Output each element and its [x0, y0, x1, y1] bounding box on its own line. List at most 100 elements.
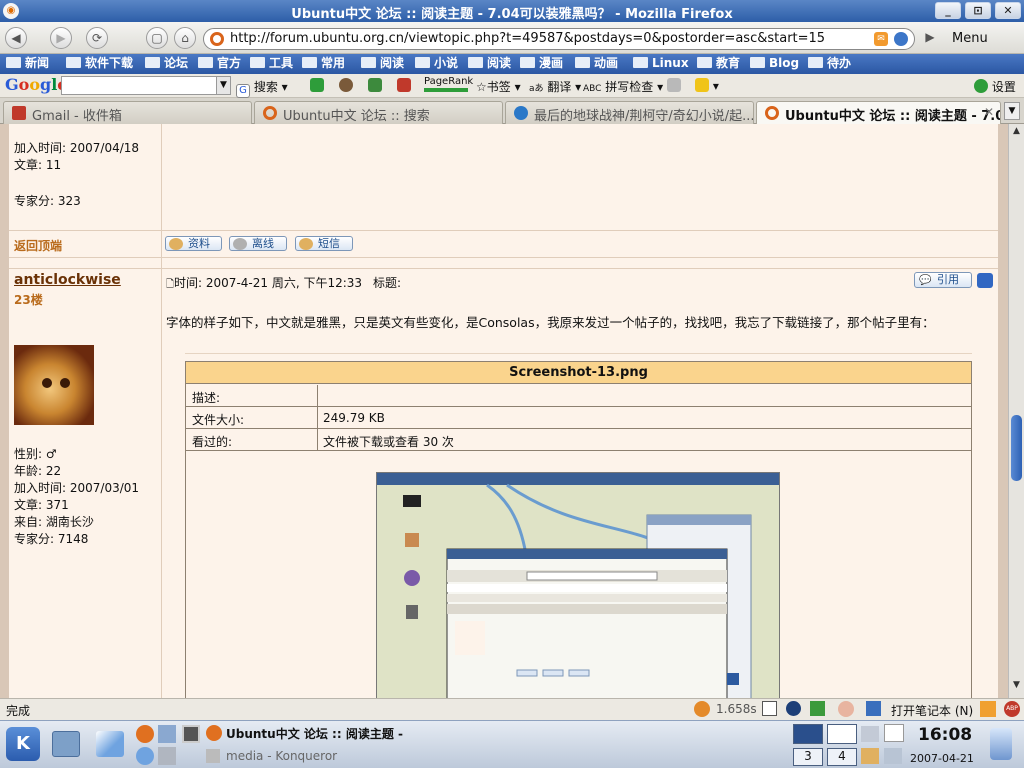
rss-icon[interactable]: ✉: [874, 32, 888, 46]
pager-desktop-1[interactable]: [793, 724, 823, 744]
trash-icon[interactable]: [990, 728, 1012, 760]
open-notebook-label[interactable]: 打开笔记本 (N): [891, 702, 973, 719]
tab-forum-topic[interactable]: Ubuntu中文 论坛 :: 阅读主题 - 7.04...✕: [756, 101, 1001, 124]
scroll-up-icon[interactable]: ▲: [1009, 126, 1024, 142]
lightning-icon[interactable]: [980, 701, 996, 717]
post-count: 文章: 371: [14, 498, 69, 512]
firefox-icon[interactable]: [136, 725, 154, 743]
tab-forum-search[interactable]: Ubuntu中文 论坛 :: 搜索: [254, 101, 503, 124]
tab-close-icon[interactable]: ✕: [984, 105, 994, 119]
folder-icon: [633, 57, 648, 68]
scroll-thumb[interactable]: [1011, 415, 1022, 481]
quote-button[interactable]: 💬 引用: [914, 272, 972, 288]
bookmark-folder[interactable]: 新闻: [6, 55, 49, 73]
bookmark-folder[interactable]: 阅读: [468, 55, 511, 73]
magnifier-icon[interactable]: [339, 78, 353, 93]
url-bar[interactable]: http://forum.ubuntu.org.cn/viewtopic.php…: [203, 28, 915, 50]
editor-icon[interactable]: [96, 731, 124, 757]
folder-icon: [808, 57, 823, 68]
network-icon[interactable]: [136, 747, 154, 765]
bookmark-folder[interactable]: 官方: [198, 55, 241, 73]
page-scrollbar[interactable]: ▲ ▼: [1008, 124, 1024, 698]
minimize-button[interactable]: _: [935, 2, 961, 19]
bookmark-folder[interactable]: Linux: [633, 55, 689, 73]
adblock-icon[interactable]: ABP: [1004, 701, 1020, 717]
green-addon-icon[interactable]: [810, 701, 825, 716]
terminal-icon[interactable]: [182, 725, 200, 743]
go-arrow-icon[interactable]: ▶: [919, 27, 941, 49]
tab-novel[interactable]: 最后的地球战神/荆柯守/奇幻小说/起...: [505, 101, 754, 124]
bookmarks-star-button[interactable]: ☆书签 ▾: [476, 78, 521, 95]
bookmark-folder[interactable]: Blog: [750, 55, 799, 73]
taskbar-item-firefox[interactable]: Ubuntu中文 论坛 :: 阅读主题 -: [226, 725, 403, 742]
settings-button[interactable]: 设置: [974, 78, 1016, 95]
profile-button[interactable]: 资料: [165, 236, 222, 251]
firebug-icon[interactable]: [694, 701, 710, 717]
gmail-icon[interactable]: [397, 78, 411, 93]
bookmark-folder[interactable]: 教育: [697, 55, 740, 73]
bookmark-folder[interactable]: 动画: [575, 55, 618, 73]
news-icon[interactable]: [368, 78, 382, 93]
maximize-button[interactable]: ⊡: [965, 2, 991, 19]
notebook-icon[interactable]: [866, 701, 881, 716]
back-button[interactable]: ◀: [5, 27, 27, 49]
gmail-favicon: [12, 106, 26, 120]
pager-desktop-2[interactable]: [827, 724, 857, 744]
bookmark-folder[interactable]: 漫画: [520, 55, 563, 73]
calendar-icon[interactable]: [884, 724, 904, 742]
edit-icon[interactable]: [977, 273, 993, 288]
folder-icon: [145, 57, 160, 68]
dropdown-icon[interactable]: ▼: [216, 77, 230, 94]
printer-icon[interactable]: [861, 726, 879, 742]
s-icon[interactable]: [786, 701, 801, 716]
close-button[interactable]: ✕: [995, 2, 1021, 19]
up-arrow-icon[interactable]: ▾: [695, 78, 719, 93]
folder-icon: [66, 57, 81, 68]
reload-button[interactable]: ⟳: [86, 27, 108, 49]
tab-gmail[interactable]: Gmail - 收件箱: [3, 101, 252, 124]
desktop-icon[interactable]: [52, 731, 80, 757]
tab-list-button[interactable]: ▼: [1004, 102, 1020, 120]
stop-button[interactable]: ▢: [146, 27, 168, 49]
back-to-top-link[interactable]: 返回顶端: [14, 237, 62, 254]
kde-menu-icon[interactable]: K: [6, 727, 40, 761]
bookmark-folder[interactable]: 小说: [415, 55, 458, 73]
offline-button[interactable]: 离线: [229, 236, 287, 251]
attachment-filename[interactable]: Screenshot-13.png: [186, 362, 971, 384]
bookmark-folder[interactable]: 待办: [808, 55, 851, 73]
speaker-icon[interactable]: [884, 748, 902, 764]
kmail-icon[interactable]: [861, 748, 879, 764]
site-favicon: [210, 32, 224, 46]
scroll-down-icon[interactable]: ▼: [1009, 680, 1024, 696]
clover-icon[interactable]: [310, 78, 324, 93]
pager-desktop-3[interactable]: 3: [793, 748, 823, 766]
bookmark-folder[interactable]: 工具: [250, 55, 293, 73]
go-icon[interactable]: [894, 32, 908, 46]
home-button[interactable]: ⌂: [174, 27, 196, 49]
pm-button[interactable]: 短信: [295, 236, 353, 251]
tools-icon[interactable]: [158, 747, 176, 765]
google-search-input[interactable]: ▼: [61, 76, 231, 95]
send-icon[interactable]: [667, 78, 681, 93]
taskbar-item-konqueror[interactable]: media - Konqueror: [226, 749, 337, 763]
folder-icon: [575, 57, 590, 68]
menu-button[interactable]: Menu: [952, 31, 988, 46]
edit-note-icon[interactable]: [762, 701, 777, 716]
load-time: 1.658s: [716, 702, 757, 716]
bookmark-folder[interactable]: 软件下载: [66, 55, 133, 73]
attachment-table: Screenshot-13.png 描述: 文件大小: 249.79 KB 看过的…: [185, 361, 972, 698]
google-search-button[interactable]: G 搜索 ▾: [236, 78, 288, 98]
bookmark-folder[interactable]: 论坛: [145, 55, 188, 73]
smiley-icon[interactable]: [838, 701, 854, 717]
pager-desktop-4[interactable]: 4: [827, 748, 857, 766]
page-content: 加入时间: 2007/04/18 文章: 11 专家分: 323 返回顶端 资料…: [0, 124, 1008, 698]
forward-button[interactable]: ▶: [50, 27, 72, 49]
sun-icon[interactable]: [158, 725, 176, 743]
translate-button[interactable]: aあ 翻译 ▾: [529, 78, 581, 95]
attachment-screenshot-image[interactable]: [376, 472, 780, 698]
post-author[interactable]: anticlockwise: [14, 272, 121, 288]
bookmark-folder[interactable]: 常用: [302, 55, 345, 73]
bookmark-folder[interactable]: 阅读: [361, 55, 404, 73]
spellcheck-button[interactable]: ABC 拼写检查 ▾: [583, 78, 663, 95]
join-date: 加入时间: 2007/04/18: [14, 141, 140, 155]
